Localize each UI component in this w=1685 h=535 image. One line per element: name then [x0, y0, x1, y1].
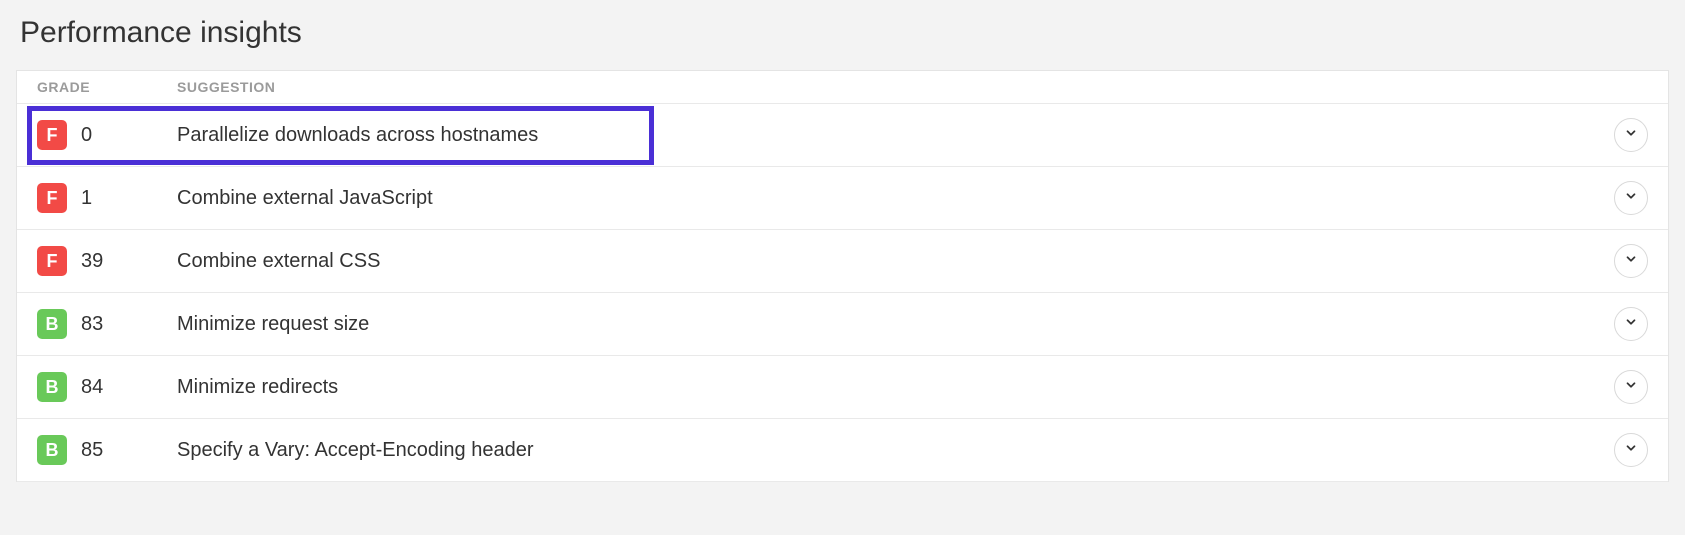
table-row[interactable]: B 83 Minimize request size	[17, 293, 1668, 356]
grade-score: 84	[81, 376, 103, 399]
chevron-down-icon	[1624, 441, 1638, 460]
column-header-suggestion: Suggestion	[177, 79, 1648, 95]
suggestion-text: Combine external CSS	[177, 250, 1608, 273]
expand-button[interactable]	[1614, 244, 1648, 278]
grade-cell: B 83	[37, 309, 177, 339]
grade-badge: B	[37, 372, 67, 402]
insights-table: Grade Suggestion F 0 Parallelize downloa…	[16, 70, 1669, 482]
grade-score: 83	[81, 313, 103, 336]
grade-score: 85	[81, 439, 103, 462]
column-header-grade: Grade	[37, 79, 177, 95]
grade-cell: F 0	[37, 120, 177, 150]
suggestion-text: Minimize request size	[177, 313, 1608, 336]
grade-cell: B 85	[37, 435, 177, 465]
chevron-down-icon	[1624, 252, 1638, 271]
suggestion-text: Combine external JavaScript	[177, 187, 1608, 210]
grade-cell: B 84	[37, 372, 177, 402]
grade-badge: F	[37, 183, 67, 213]
expand-button[interactable]	[1614, 433, 1648, 467]
table-row[interactable]: F 0 Parallelize downloads across hostnam…	[17, 104, 1668, 167]
chevron-down-icon	[1624, 378, 1638, 397]
table-header: Grade Suggestion	[17, 71, 1668, 104]
suggestion-text: Specify a Vary: Accept-Encoding header	[177, 439, 1608, 462]
suggestion-text: Minimize redirects	[177, 376, 1608, 399]
grade-badge: B	[37, 435, 67, 465]
expand-button[interactable]	[1614, 181, 1648, 215]
grade-cell: F 39	[37, 246, 177, 276]
grade-score: 1	[81, 187, 92, 210]
grade-badge: F	[37, 246, 67, 276]
chevron-down-icon	[1624, 315, 1638, 334]
table-row[interactable]: F 1 Combine external JavaScript	[17, 167, 1668, 230]
chevron-down-icon	[1624, 189, 1638, 208]
grade-score: 0	[81, 124, 92, 147]
table-row[interactable]: B 84 Minimize redirects	[17, 356, 1668, 419]
table-row[interactable]: F 39 Combine external CSS	[17, 230, 1668, 293]
expand-button[interactable]	[1614, 307, 1648, 341]
grade-badge: B	[37, 309, 67, 339]
grade-score: 39	[81, 250, 103, 273]
grade-cell: F 1	[37, 183, 177, 213]
grade-badge: F	[37, 120, 67, 150]
page-title: Performance insights	[20, 16, 1669, 50]
suggestion-text: Parallelize downloads across hostnames	[177, 124, 1608, 147]
table-row[interactable]: B 85 Specify a Vary: Accept-Encoding hea…	[17, 419, 1668, 482]
chevron-down-icon	[1624, 126, 1638, 145]
expand-button[interactable]	[1614, 370, 1648, 404]
expand-button[interactable]	[1614, 118, 1648, 152]
